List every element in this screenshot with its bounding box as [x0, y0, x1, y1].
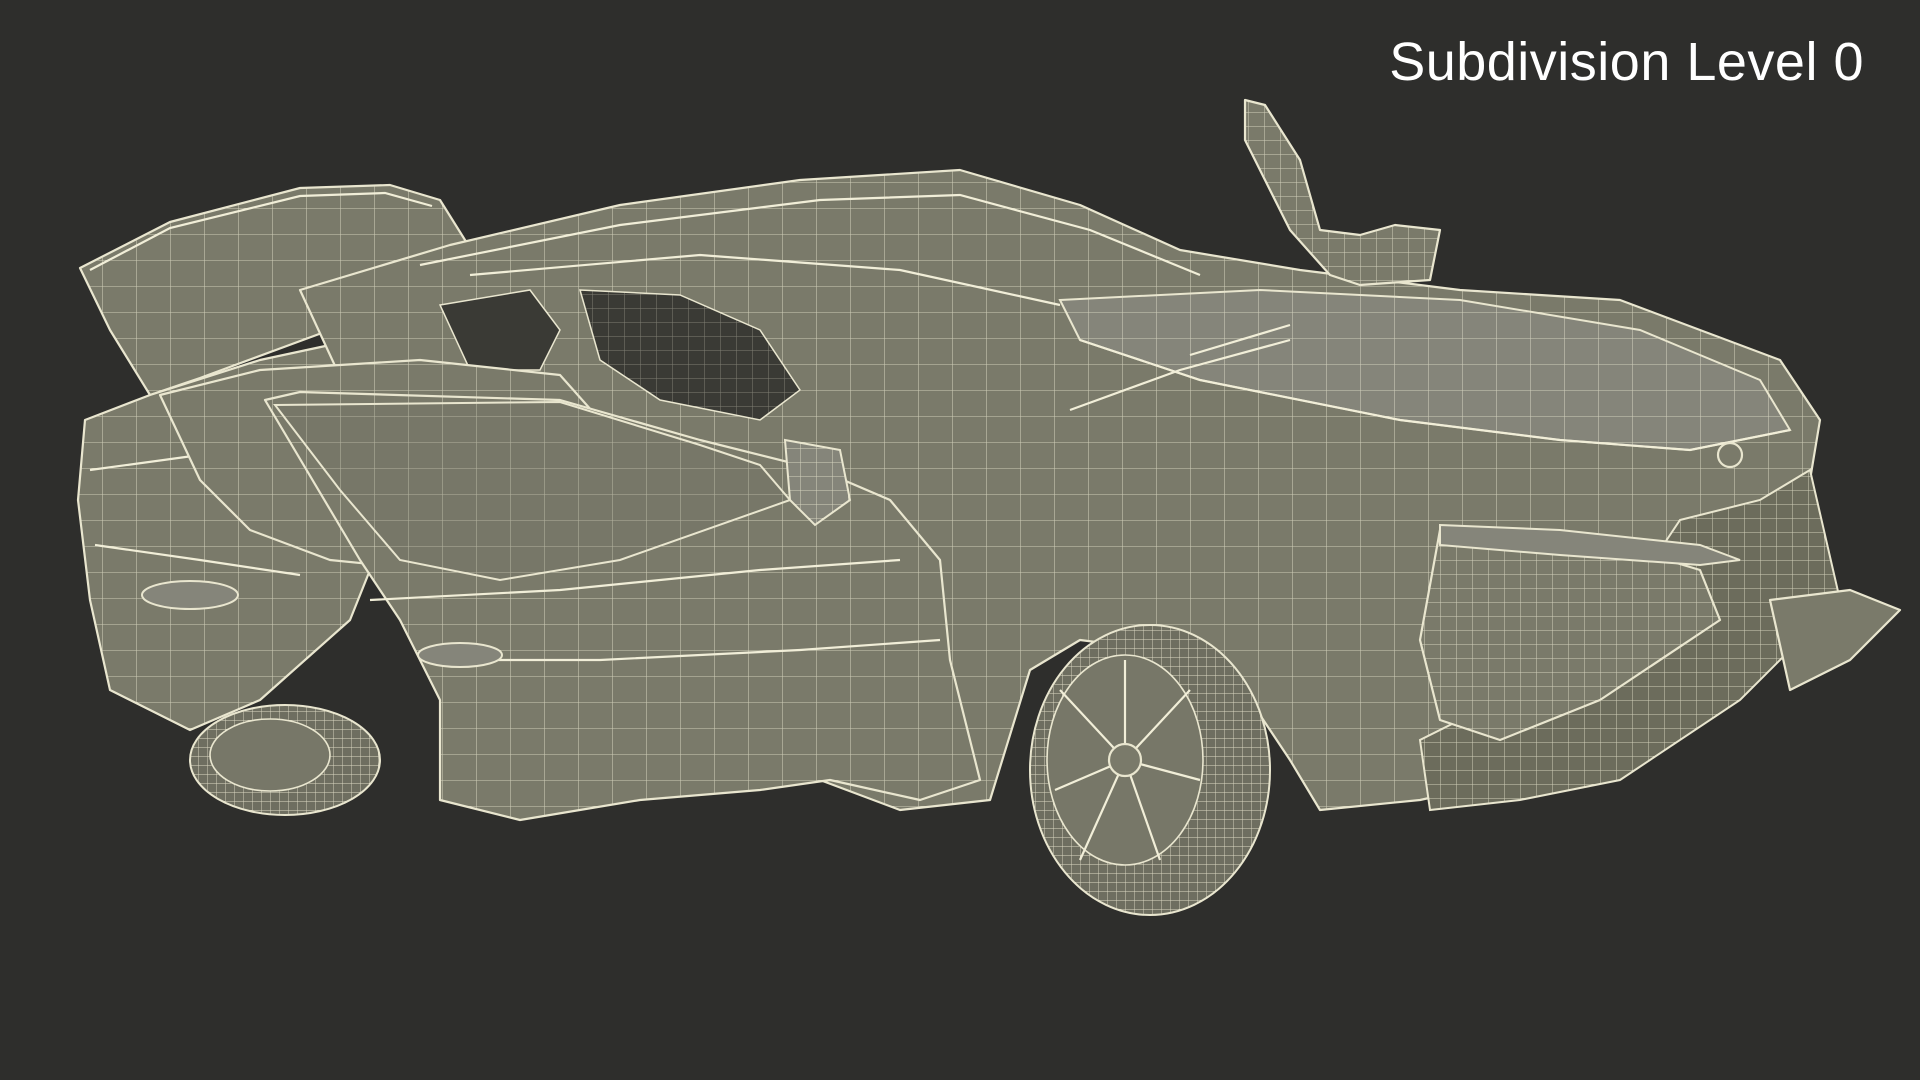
rear-wheel [189, 704, 381, 816]
subdivision-level-label: Subdivision Level 0 [1389, 32, 1864, 92]
render-viewport: Subdivision Level 0 [0, 0, 1920, 1080]
upright-mirror [1243, 98, 1442, 287]
wireframe-car-model [76, 98, 1902, 916]
front-wheel [1029, 624, 1271, 916]
